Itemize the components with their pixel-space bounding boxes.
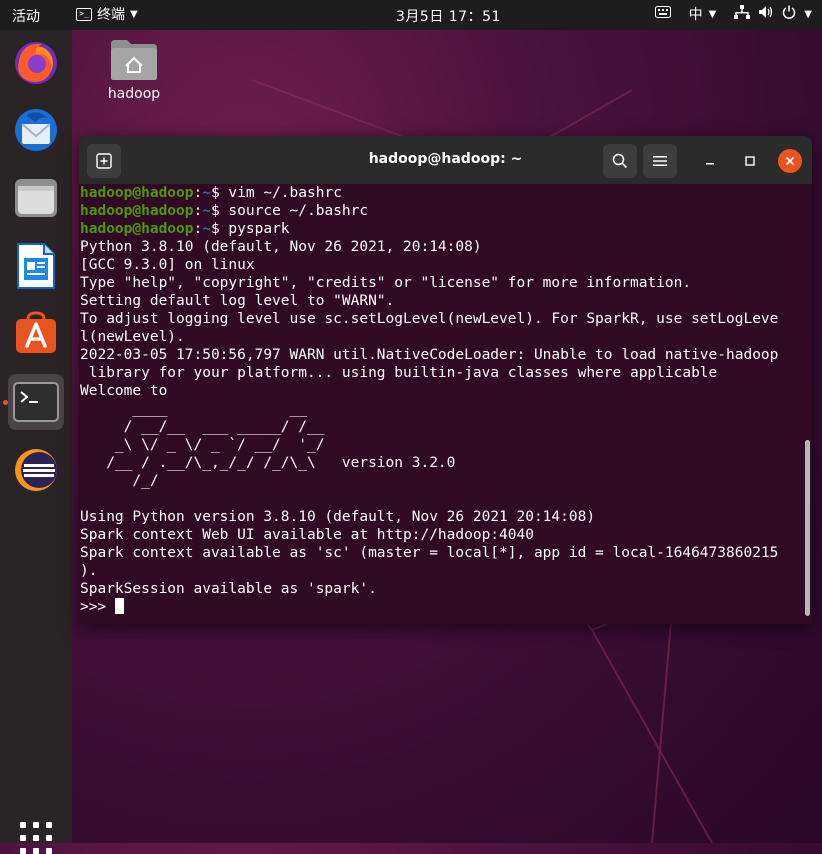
spark-banner-line: _\ \/ _ \/ _ `/ __/ '_/ <box>80 437 325 453</box>
input-method-menu[interactable]: 中 ▼ <box>689 4 717 24</box>
output-line: l(newLevel). <box>80 329 185 345</box>
output-line: [GCC 9.3.0] on linux <box>80 257 255 273</box>
keyboard-icon[interactable] <box>654 6 671 22</box>
repl-prompt-line[interactable]: >>> <box>80 598 812 616</box>
output-line: SparkSession available as 'spark'. <box>80 581 377 597</box>
terminal-small-icon: >_ <box>76 7 92 21</box>
command-line: hadoop@hadoop:~$ pyspark <box>80 221 290 237</box>
software-center-icon <box>16 311 56 353</box>
firefox-icon <box>15 42 57 84</box>
output-line: Setting default log level to "WARN". <box>80 293 395 309</box>
chevron-down-icon: ▼ <box>804 8 812 20</box>
chevron-down-icon: ▼ <box>130 8 138 20</box>
menu-button[interactable] <box>643 144 677 178</box>
prompt-path: ~ <box>202 185 211 201</box>
output-line: Using Python version 3.8.10 (default, No… <box>80 509 596 525</box>
app-menu-label: 终端 <box>97 7 125 23</box>
prompt-user: hadoop@hadoop <box>80 203 194 219</box>
hamburger-icon <box>653 156 667 166</box>
terminal-icon <box>13 382 59 422</box>
minimize-button[interactable] <box>698 149 722 173</box>
output-line: Spark context Web UI available at http:/… <box>80 527 534 543</box>
maximize-button[interactable] <box>738 149 762 173</box>
prompt-user: hadoop@hadoop <box>80 185 194 201</box>
files-icon <box>15 179 57 217</box>
command-text: pyspark <box>219 221 290 237</box>
input-method-label: 中 <box>688 7 703 23</box>
terminal-titlebar[interactable]: hadoop@hadoop: ~ <box>79 136 812 184</box>
activities-button[interactable]: 活动 <box>12 6 40 26</box>
desktop-home-folder[interactable]: hadoop <box>104 38 164 102</box>
close-button[interactable] <box>778 149 802 173</box>
command-line: hadoop@hadoop:~$ vim ~/.bashrc <box>80 185 342 201</box>
dock-item-firefox[interactable] <box>8 34 64 90</box>
dock-item-terminal[interactable] <box>8 374 64 430</box>
show-applications-button[interactable] <box>20 822 52 854</box>
prompt-path: ~ <box>202 221 211 237</box>
repl-prompt: >>> <box>80 599 115 615</box>
network-icon <box>734 5 751 23</box>
text-cursor <box>114 598 124 614</box>
clock[interactable]: 3月5日 17：51 <box>396 6 501 26</box>
output-line: Python 3.8.10 (default, Nov 26 2021, 20:… <box>80 239 482 255</box>
terminal-output[interactable]: hadoop@hadoop:~$ vim ~/.bashrc hadoop@ha… <box>79 184 812 624</box>
command-text: source ~/.bashrc <box>219 203 369 219</box>
output-line: ). <box>80 563 98 579</box>
output-line: 2022-03-05 17:50:56,797 WARN util.Native… <box>80 347 779 363</box>
terminal-window[interactable]: hadoop@hadoop: ~ hadoop@hadoop:~$ vim ~/… <box>79 136 812 624</box>
prompt-user: hadoop@hadoop <box>80 221 194 237</box>
dock-item-thunderbird[interactable] <box>8 102 64 158</box>
writer-icon <box>17 243 55 289</box>
app-menu[interactable]: >_ 终端 ▼ <box>76 4 138 24</box>
volume-icon <box>758 5 774 23</box>
top-bar: 活动 >_ 终端 ▼ 3月5日 17：51 中 ▼ ▼ <box>0 0 822 30</box>
spark-banner-line: /__ / .__/\_,_/_/ /_/\_\ version 3.2.0 <box>80 455 456 471</box>
close-icon <box>785 156 795 166</box>
power-icon <box>782 5 796 23</box>
command-text: vim ~/.bashrc <box>219 185 342 201</box>
thunderbird-icon <box>15 109 57 151</box>
minimize-icon <box>706 163 714 165</box>
dock <box>0 30 72 854</box>
output-line: Welcome to <box>80 383 168 399</box>
dock-item-files[interactable] <box>8 170 64 226</box>
spark-banner-line: ____ __ <box>80 401 307 417</box>
dock-item-eclipse[interactable] <box>8 442 64 498</box>
home-folder-label: hadoop <box>107 86 161 102</box>
terminal-scrollbar[interactable] <box>805 440 810 616</box>
maximize-icon <box>745 156 755 166</box>
dock-item-libreoffice-writer[interactable] <box>8 238 64 294</box>
output-line: Type "help", "copyright", "credits" or "… <box>80 275 692 291</box>
system-tray: 中 ▼ ▼ <box>654 4 812 24</box>
search-button[interactable] <box>603 144 637 178</box>
chevron-down-icon: ▼ <box>708 8 717 20</box>
eclipse-icon <box>15 449 57 491</box>
prompt-path: ~ <box>202 203 211 219</box>
spark-banner-line: /_/ <box>80 473 159 489</box>
command-line: hadoop@hadoop:~$ source ~/.bashrc <box>80 203 369 219</box>
search-icon <box>612 153 628 169</box>
output-line: library for your platform... using built… <box>80 365 718 381</box>
output-line: Spark context available as 'sc' (master … <box>80 545 779 561</box>
system-menu[interactable]: ▼ <box>734 5 812 23</box>
output-line: To adjust logging level use sc.setLogLev… <box>80 311 779 327</box>
dock-item-ubuntu-software[interactable] <box>8 306 64 362</box>
spark-banner-line: / __/__ ___ _____/ /__ <box>80 419 325 435</box>
home-folder-icon <box>111 40 157 80</box>
